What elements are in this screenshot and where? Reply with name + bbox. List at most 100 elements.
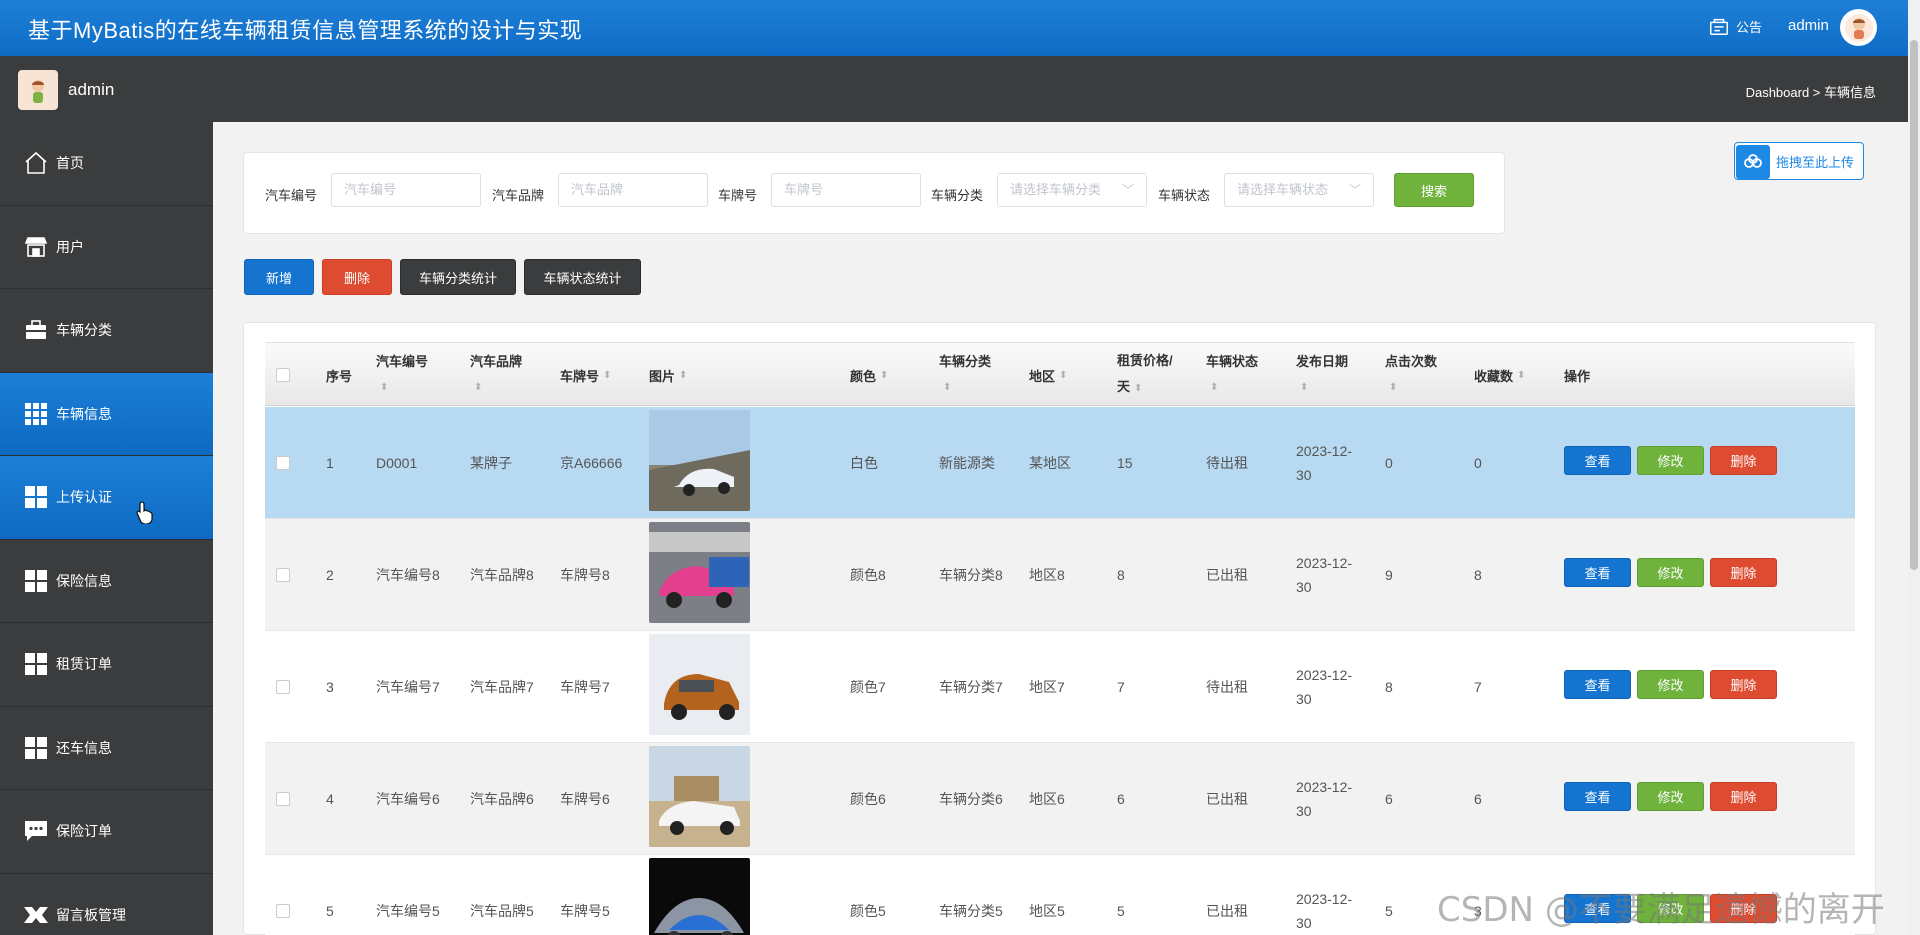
grid4-icon xyxy=(22,734,50,762)
car-thumbnail[interactable] xyxy=(649,410,750,511)
brand-input[interactable]: 汽车品牌 xyxy=(558,173,708,207)
edit-button[interactable]: 修改 xyxy=(1637,782,1704,811)
cell-region: 地区7 xyxy=(1029,679,1065,695)
header-date[interactable]: 发布日期 ⬍ xyxy=(1296,343,1348,407)
table-row[interactable]: 3 汽车编号7 汽车品牌7 车牌号7 颜色7 车辆分类7 地区7 7 待出租 2023-12- 30… xyxy=(265,631,1855,743)
category-stats-button[interactable]: 车辆分类统计 xyxy=(400,259,516,295)
edit-button[interactable]: 修改 xyxy=(1637,446,1704,475)
cell-region: 地区8 xyxy=(1029,567,1065,583)
sidebar-item-6[interactable]: 租赁订单 xyxy=(0,623,213,707)
header-image[interactable]: 图片 ⬍ xyxy=(649,343,687,407)
header-price[interactable]: 租赁价格/天 ⬍ xyxy=(1117,343,1173,407)
sidebar-item-9[interactable]: 留言板管理 xyxy=(0,874,213,935)
table-row[interactable]: 1 D0001 某牌子 京A66666 白色 新能源类 某地区 15 待出租 2023-12- 30… xyxy=(265,407,1855,519)
sidebar-item-label: 保险订单 xyxy=(56,823,112,840)
status-stats-button[interactable]: 车辆状态统计 xyxy=(524,259,641,295)
cell-clicks: 8 xyxy=(1385,679,1393,695)
cell-brand: 汽车品牌7 xyxy=(470,679,534,695)
delete-button[interactable]: 删除 xyxy=(1710,670,1777,699)
drag-upload-label: 拖拽至此上传 xyxy=(1776,154,1855,170)
car-thumbnail[interactable] xyxy=(649,522,750,623)
cell-clicks: 9 xyxy=(1385,567,1393,583)
category-select[interactable]: 请选择车辆分类 ﹀ xyxy=(997,173,1147,207)
row-checkbox[interactable] xyxy=(276,568,290,582)
header-clicks[interactable]: 点击次数 ⬍ xyxy=(1385,343,1437,407)
sort-icon: ⬍ xyxy=(1210,382,1219,393)
cell-plate: 车牌号6 xyxy=(560,791,610,807)
header-plate[interactable]: 车牌号 ⬍ xyxy=(560,343,611,407)
cloud-upload-icon xyxy=(1736,144,1770,179)
car-thumbnail[interactable] xyxy=(649,746,750,847)
add-button[interactable]: 新增 xyxy=(244,259,314,295)
sidebar-item-label: 车辆信息 xyxy=(56,405,112,422)
scrollbar-thumb[interactable] xyxy=(1910,40,1918,570)
header-favorites[interactable]: 收藏数 ⬍ xyxy=(1474,343,1525,407)
row-checkbox[interactable] xyxy=(276,904,290,918)
row-checkbox[interactable] xyxy=(276,456,290,470)
header-color[interactable]: 颜色 ⬍ xyxy=(850,343,888,407)
header-region[interactable]: 地区 ⬍ xyxy=(1029,343,1067,407)
cell-clicks: 6 xyxy=(1385,791,1393,807)
status-select[interactable]: 请选择车辆状态 ﹀ xyxy=(1224,173,1374,207)
view-button[interactable]: 查看 xyxy=(1564,782,1631,811)
header-username[interactable]: admin xyxy=(1788,17,1829,34)
cell-plate: 车牌号8 xyxy=(560,567,610,583)
chat-icon xyxy=(22,817,50,845)
grid9-icon xyxy=(22,400,50,428)
cell-index: 4 xyxy=(326,791,334,807)
cell-car-no: 汽车编号7 xyxy=(376,679,440,695)
car-thumbnail[interactable] xyxy=(649,634,750,735)
sidebar-item-0[interactable]: 首页 xyxy=(0,122,213,206)
sort-icon: ⬍ xyxy=(1389,382,1398,393)
row-checkbox[interactable] xyxy=(276,792,290,806)
cell-favorites: 6 xyxy=(1474,791,1482,807)
cell-brand: 汽车品牌8 xyxy=(470,567,534,583)
header-index: 序号 xyxy=(326,368,353,384)
edit-button[interactable]: 修改 xyxy=(1637,558,1704,587)
table-row[interactable]: 4 汽车编号6 汽车品牌6 车牌号6 颜色6 车辆分类6 地区6 6 已出租 2023-12- 30… xyxy=(265,743,1855,855)
search-button[interactable]: 搜索 xyxy=(1394,173,1474,207)
select-all-checkbox[interactable] xyxy=(276,368,290,382)
header-category[interactable]: 车辆分类 ⬍ xyxy=(939,343,991,407)
sidebar-item-1[interactable]: 用户 xyxy=(0,206,213,289)
cell-date: 2023-12- 30 xyxy=(1296,891,1353,931)
view-button[interactable]: 查看 xyxy=(1564,670,1631,699)
cell-status: 待出租 xyxy=(1206,679,1248,695)
sidebar-item-7[interactable]: 还车信息 xyxy=(0,707,213,790)
delete-button[interactable]: 删除 xyxy=(1710,782,1777,811)
header-car-no[interactable]: 汽车编号 ⬍ xyxy=(376,343,428,407)
header-status[interactable]: 车辆状态 ⬍ xyxy=(1206,343,1258,407)
notice-icon xyxy=(1710,18,1728,35)
header-brand[interactable]: 汽车品牌 ⬍ xyxy=(470,343,522,407)
header-avatar[interactable] xyxy=(1840,9,1877,46)
view-button[interactable]: 查看 xyxy=(1564,446,1631,475)
edit-button[interactable]: 修改 xyxy=(1637,670,1704,699)
cell-car-no: 汽车编号6 xyxy=(376,791,440,807)
cell-car-no: 汽车编号8 xyxy=(376,567,440,583)
delete-button[interactable]: 删除 xyxy=(1710,558,1777,587)
view-button[interactable]: 查看 xyxy=(1564,558,1631,587)
cell-color: 白色 xyxy=(850,455,878,471)
delete-button[interactable]: 删除 xyxy=(1710,446,1777,475)
page-scrollbar[interactable] xyxy=(1908,0,1920,935)
sidebar-item-3[interactable]: 车辆信息 xyxy=(0,372,213,456)
notice-link[interactable]: 公告 xyxy=(1708,15,1762,37)
table-row[interactable]: 2 汽车编号8 汽车品牌8 车牌号8 颜色8 车辆分类8 地区8 8 已出租 2023-12- 30… xyxy=(265,519,1855,631)
sidebar-item-8[interactable]: 保险订单 xyxy=(0,790,213,874)
drag-upload-button[interactable]: 拖拽至此上传 xyxy=(1734,142,1864,180)
sidebar-item-label: 租赁订单 xyxy=(56,656,112,673)
plate-input[interactable]: 车牌号 xyxy=(771,173,921,207)
cell-clicks: 5 xyxy=(1385,903,1393,919)
car-no-input[interactable]: 汽车编号 xyxy=(331,173,481,207)
batch-delete-button[interactable]: 删除 xyxy=(322,259,392,295)
cell-price: 8 xyxy=(1117,567,1125,583)
sort-icon: ⬍ xyxy=(1300,382,1309,393)
cell-status: 已出租 xyxy=(1206,567,1248,583)
cursor-hand-icon xyxy=(136,500,154,527)
sidebar-item-4[interactable]: 上传认证 xyxy=(0,456,213,540)
sidebar-item-2[interactable]: 车辆分类 xyxy=(0,289,213,373)
cell-color: 颜色6 xyxy=(850,791,886,807)
row-checkbox[interactable] xyxy=(276,680,290,694)
sidebar-item-5[interactable]: 保险信息 xyxy=(0,540,213,623)
car-thumbnail[interactable] xyxy=(649,858,750,935)
